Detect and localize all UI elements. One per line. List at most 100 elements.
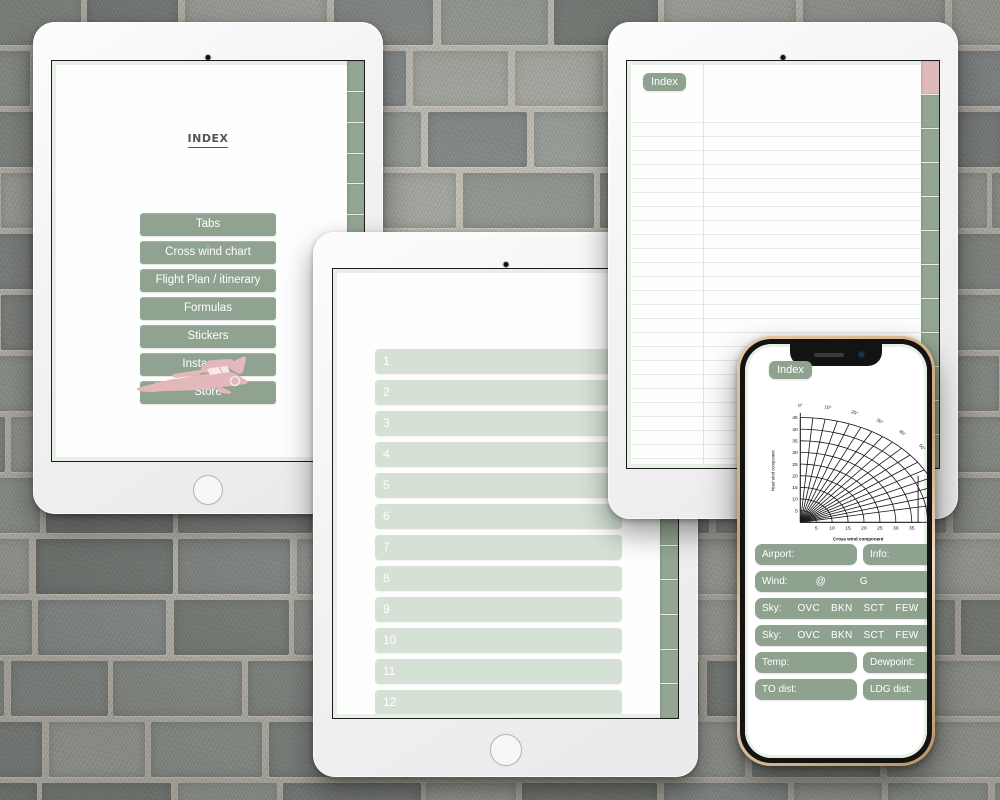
y-tick-label: 35 [792,438,798,444]
list-item[interactable]: 6 [375,504,622,529]
field-row-wind: Wind: @ G [755,571,927,592]
sky-option-sct[interactable]: SCT [864,603,885,614]
home-button[interactable] [489,734,522,766]
y-tick-label: 15 [792,485,798,491]
menu-button-formulas[interactable]: Formulas [140,297,276,320]
sky-option-ovc[interactable]: OVC [797,603,820,614]
front-camera-icon [859,352,864,357]
angle-label: 20° [851,409,859,416]
side-tab-5[interactable] [921,197,939,231]
list-item[interactable]: 3 [375,411,622,436]
landing-distance-field[interactable]: LDG dist: [863,679,927,700]
side-tab-5[interactable] [347,184,364,216]
sky-option-few[interactable]: FEW [895,630,918,641]
side-tab-4[interactable] [347,153,364,185]
y-tick-label: 10 [792,497,798,503]
side-tab-1[interactable] [921,61,939,95]
chart-ray [799,427,862,523]
sky-field-2[interactable]: Sky: OVC BKN SCT FEW [755,625,927,646]
x-tick-label: 15 [845,526,851,532]
chart-ray [799,420,838,523]
side-tab-2[interactable] [347,91,364,123]
side-tab-11[interactable] [660,615,678,650]
sky-label: Sky: [762,630,782,641]
sky-option-bkn[interactable]: BKN [831,630,852,641]
side-tab-1[interactable] [347,61,364,92]
list-item[interactable]: 7 [375,535,622,560]
x-tick-label: 25 [877,526,883,532]
earpiece-speaker-icon [814,353,844,357]
wind-label: Wind: [762,576,788,587]
x-tick-label: 35 [909,526,915,532]
list-item[interactable]: 9 [375,597,622,622]
side-tab-12[interactable] [660,649,678,685]
airport-field[interactable]: Airport: [755,544,857,565]
side-tab-2[interactable] [921,95,939,129]
index-chip-button[interactable]: Index [643,73,686,91]
angle-label: 10° [824,404,832,410]
list-item[interactable]: 2 [375,380,622,405]
list-item[interactable]: 10 [375,628,622,653]
sky-option-few[interactable]: FEW [895,603,918,614]
iphone-bezel: Index 5 10 15 20 25 30 35 40 45 5 10 15 20 25 30 35 0° 1… [740,339,932,763]
svg-text:Head wind component: Head wind component [771,450,776,492]
index-chip-button[interactable]: Index [769,361,812,379]
y-tick-label: 40 [792,427,798,433]
list-item[interactable]: 5 [375,473,622,498]
angle-label: 0° [798,403,803,408]
dewpoint-field[interactable]: Dewpoint: [863,652,927,673]
sky-label: Sky: [762,603,782,614]
list-item[interactable]: 8 [375,566,622,591]
side-tab-4[interactable] [921,163,939,197]
side-tab-9[interactable] [660,545,678,581]
y-tick-label: 45 [792,415,798,421]
sky-options[interactable]: OVC BKN SCT FEW [797,598,927,619]
y-tick-label: 20 [792,473,798,479]
x-tick-label: 5 [815,526,818,532]
side-tab-6[interactable] [921,231,939,265]
side-tab-7[interactable] [921,265,939,299]
sky-options[interactable]: OVC BKN SCT FEW [797,625,927,646]
side-tab-13[interactable] [660,684,678,718]
field-row-temp: Temp: Dewpoint: [755,652,927,673]
side-tab-10[interactable] [660,580,678,616]
field-row-sky-1: Sky: OVC BKN SCT FEW [755,598,927,619]
field-row-airport: Airport: Info: [755,544,927,565]
side-tab-3[interactable] [347,122,364,154]
temp-field[interactable]: Temp: [755,652,857,673]
y-tick-label: 25 [792,462,798,468]
numbered-tab-list[interactable]: 12345678910111213 [375,349,622,714]
menu-button-cross-wind-chart[interactable]: Cross wind chart [140,241,276,264]
list-item[interactable]: 4 [375,442,622,467]
side-tab-8[interactable] [921,299,939,333]
page-title: INDEX [56,127,360,148]
wind-field[interactable]: Wind: @ G [755,571,927,592]
front-camera-icon [503,262,508,267]
iphone-screen[interactable]: Index 5 10 15 20 25 30 35 40 45 5 10 15 20 25 30 35 0° 1… [745,344,927,758]
chart-ray [799,417,814,523]
angle-label: 40° [898,429,907,437]
menu-button-flight-plan-itinerary[interactable]: Flight Plan / itinerary [140,269,276,292]
sky-option-bkn[interactable]: BKN [831,603,852,614]
x-tick-label: 30 [893,526,899,532]
sky-field-1[interactable]: Sky: OVC BKN SCT FEW [755,598,927,619]
sky-option-ovc[interactable]: OVC [797,630,820,641]
menu-button-tabs[interactable]: Tabs [140,213,276,236]
side-tab-3[interactable] [921,129,939,163]
sky-option-sct[interactable]: SCT [864,630,885,641]
angle-label: 30° [876,417,885,425]
wind-at-symbol: @ [815,576,826,587]
iphone-crosswind-log[interactable]: Index 5 10 15 20 25 30 35 40 45 5 10 15 20 25 30 35 0° 1… [737,336,935,766]
list-item[interactable]: 11 [375,659,622,684]
list-item[interactable]: 1 [375,349,622,374]
home-button[interactable] [193,475,223,505]
field-row-distance: TO dist: LDG dist: [755,679,927,700]
angle-label: 50° [918,443,926,452]
crosswind-chart: 5 10 15 20 25 30 35 40 45 5 10 15 20 25 30 35 0° 10° 20° 3… [771,403,927,542]
weather-log-fields[interactable]: Airport: Info: Wind: @ G Sky: OVC BKN SCT FEW Sky:… [755,544,927,706]
list-item[interactable]: 12 [375,690,622,714]
x-tick-label: 20 [861,526,867,532]
takeoff-distance-field[interactable]: TO dist: [755,679,857,700]
info-field[interactable]: Info: [863,544,927,565]
airplane-icon [137,356,248,394]
